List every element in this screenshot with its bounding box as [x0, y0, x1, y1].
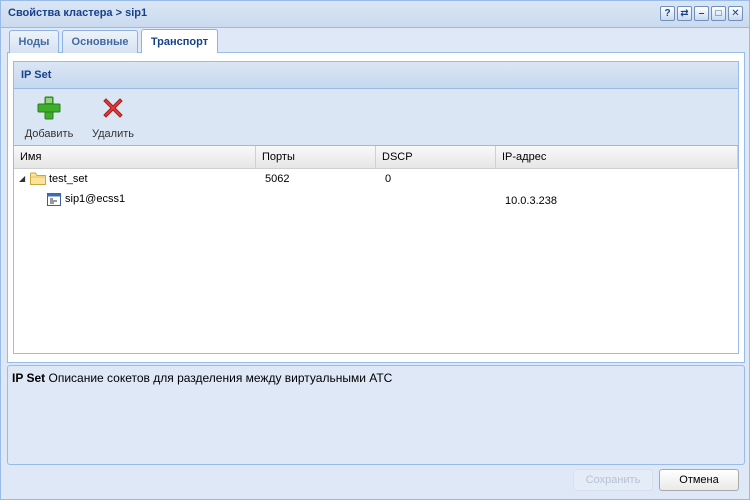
help-icon[interactable]: ? — [660, 6, 675, 21]
row-ports: 5062 — [265, 173, 290, 185]
delete-button[interactable]: Удалить — [90, 95, 136, 140]
add-button[interactable]: Добавить — [24, 95, 74, 140]
title-bar[interactable]: Свойства кластера > sip1 ? ⇄ – □ ✕ — [1, 1, 749, 28]
save-button[interactable]: Сохранить — [573, 469, 653, 491]
window-tools: ? ⇄ – □ ✕ — [660, 6, 743, 21]
tab-bar: Ноды Основные Транспорт — [7, 28, 745, 53]
table-row[interactable]: sip1@ecss1 10.0.3.238 — [14, 189, 738, 209]
add-icon — [37, 96, 61, 120]
cancel-button[interactable]: Отмена — [659, 469, 739, 491]
tab-main[interactable]: Основные — [62, 30, 138, 53]
column-dscp[interactable]: DSCP — [376, 146, 496, 169]
delete-icon — [103, 98, 123, 118]
tab-transport[interactable]: Транспорт — [141, 29, 218, 53]
column-ip-address[interactable]: IP-адрес — [496, 146, 738, 169]
panel-title: IP Set — [14, 62, 738, 89]
expand-arrow-icon[interactable]: ◢ — [19, 174, 25, 183]
description-title: IP Set — [12, 371, 46, 385]
maximize-icon[interactable]: □ — [711, 6, 726, 21]
description-panel: IP Set Описание сокетов для разделения м… — [7, 365, 745, 465]
folder-icon — [30, 172, 46, 185]
row-name: sip1@ecss1 — [65, 193, 126, 205]
delete-button-label: Удалить — [92, 128, 134, 140]
column-name[interactable]: Имя — [14, 146, 256, 169]
close-icon[interactable]: ✕ — [728, 6, 743, 21]
ip-set-panel: IP Set Добавить Удалить Имя Порты DSCP I… — [13, 61, 739, 354]
row-name: test_set — [49, 173, 88, 185]
column-ports[interactable]: Порты — [256, 146, 376, 169]
minimize-icon[interactable]: – — [694, 6, 709, 21]
description-text: Описание сокетов для разделения между ви… — [48, 371, 393, 385]
add-button-label: Добавить — [24, 128, 74, 140]
socket-node-icon — [47, 193, 61, 206]
column-headers: Имя Порты DSCP IP-адрес — [14, 146, 738, 169]
refresh-icon[interactable]: ⇄ — [677, 6, 692, 21]
tab-nodes[interactable]: Ноды — [9, 30, 59, 53]
panel-toolbar: Добавить Удалить — [14, 89, 738, 146]
row-ip: 10.0.3.238 — [505, 195, 557, 207]
window-title: Свойства кластера > sip1 — [8, 7, 148, 19]
row-dscp: 0 — [385, 173, 392, 185]
cluster-properties-window: Свойства кластера > sip1 ? ⇄ – □ ✕ Ноды … — [0, 0, 750, 500]
table-row[interactable]: ◢ test_set 5062 0 — [14, 169, 738, 189]
